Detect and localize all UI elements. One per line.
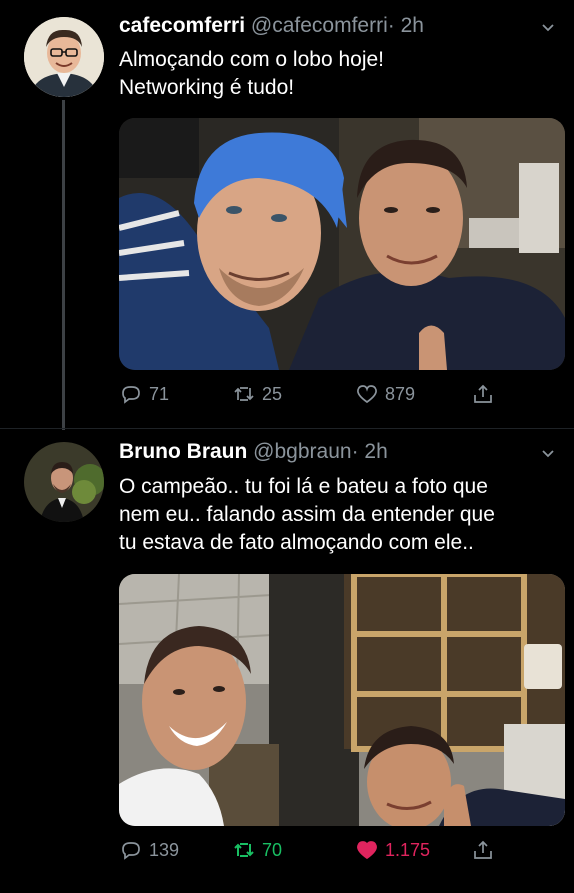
chevron-down-icon[interactable] [540,20,556,36]
tweet-actions: 139 70 1.175 [119,838,509,868]
chevron-down-icon[interactable] [540,446,556,462]
share-button[interactable] [471,382,495,406]
retweet-count: 25 [262,383,283,404]
tweet-text: Almoçando com o lobo hoje! Networking é … [119,46,559,102]
retweet-count: 70 [262,839,283,860]
retweet-icon [234,843,254,857]
like-count: 1.175 [385,839,431,860]
selfie-photo [119,118,565,370]
reply-count: 139 [149,839,180,860]
share-button[interactable] [471,838,495,862]
like-button[interactable]: 879 [355,382,415,406]
timestamp[interactable]: · 2h [388,14,424,37]
avatar-photo [24,17,104,97]
tweet-photo[interactable] [119,574,565,826]
heart-icon [357,385,377,404]
timestamp[interactable]: · 2h [352,440,388,463]
tweet-1[interactable]: cafecomferri @cafecomferri· 2h Almoçando… [0,0,574,420]
tweet-text: O campeão.. tu foi lá e bateu a foto que… [119,473,559,557]
tweet-text-line: Almoçando com o lobo hoje! [119,48,384,71]
avatar-photo [24,442,104,522]
reply-count: 71 [149,383,170,404]
retweet-button[interactable]: 25 [232,382,282,406]
tweet-text-line: Networking é tudo! [119,76,295,99]
tweet-actions: 71 25 879 [119,382,509,412]
like-count: 879 [385,383,416,404]
retweet-button[interactable]: 70 [232,838,282,862]
reply-button[interactable]: 139 [119,838,179,862]
tweet-photo[interactable] [119,118,565,370]
handle[interactable]: @cafecomferri [251,14,388,37]
tweet-header: cafecomferri @cafecomferri· 2h [119,14,424,38]
share-icon [474,384,492,403]
retweet-icon [234,387,254,401]
avatar[interactable] [24,442,104,522]
reply-icon [122,386,140,404]
reply-icon [122,842,140,860]
tweet-2[interactable]: Bruno Braun @bgbraun· 2h O campeão.. tu … [0,430,574,893]
share-icon [474,840,492,859]
reply-button[interactable]: 71 [119,382,169,406]
tweet-divider [0,428,574,429]
like-button[interactable]: 1.175 [355,838,430,862]
heart-icon [357,841,377,860]
avatar[interactable] [24,17,104,97]
selfie-photo [119,574,565,826]
display-name[interactable]: Bruno Braun [119,440,247,463]
tweet-text-line: tu estava de fato almoçando com ele.. [119,531,474,554]
display-name[interactable]: cafecomferri [119,14,245,37]
tweet-text-line: nem eu.. falando assim da entender que [119,503,495,526]
tweet-header: Bruno Braun @bgbraun· 2h [119,440,388,464]
tweet-text-line: O campeão.. tu foi lá e bateu a foto que [119,475,488,498]
handle[interactable]: @bgbraun [253,440,351,463]
